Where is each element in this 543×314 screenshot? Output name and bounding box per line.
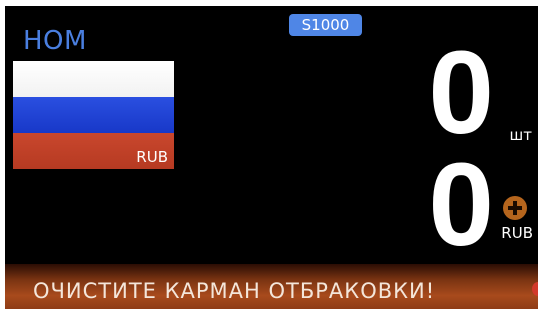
mode-label: НОМ: [23, 26, 87, 56]
counter-display-screen: НОМ S1000 RUB 0 шт 0 RUB ОЧИСТИТЕ КАРМАН…: [5, 6, 538, 309]
amount-currency: RUB: [501, 224, 533, 242]
status-message-bar: ОЧИСТИТЕ КАРМАН ОТБРАКОВКИ!: [5, 264, 538, 309]
currency-flag: RUB: [13, 61, 174, 169]
batch-badge: S1000: [289, 14, 362, 36]
flag-stripe-white: [13, 61, 174, 97]
plus-icon: [503, 196, 527, 220]
status-message: ОЧИСТИТЕ КАРМАН ОТБРАКОВКИ!: [33, 279, 436, 303]
flag-stripe-blue: [13, 97, 174, 133]
message-edge-indicator: [532, 282, 538, 296]
flag-stripe-red: RUB: [13, 133, 174, 169]
note-count-value: 0: [428, 27, 494, 159]
note-count-unit: шт: [509, 126, 532, 144]
amount-value: 0: [428, 139, 494, 271]
flag-currency-code: RUB: [136, 148, 168, 166]
